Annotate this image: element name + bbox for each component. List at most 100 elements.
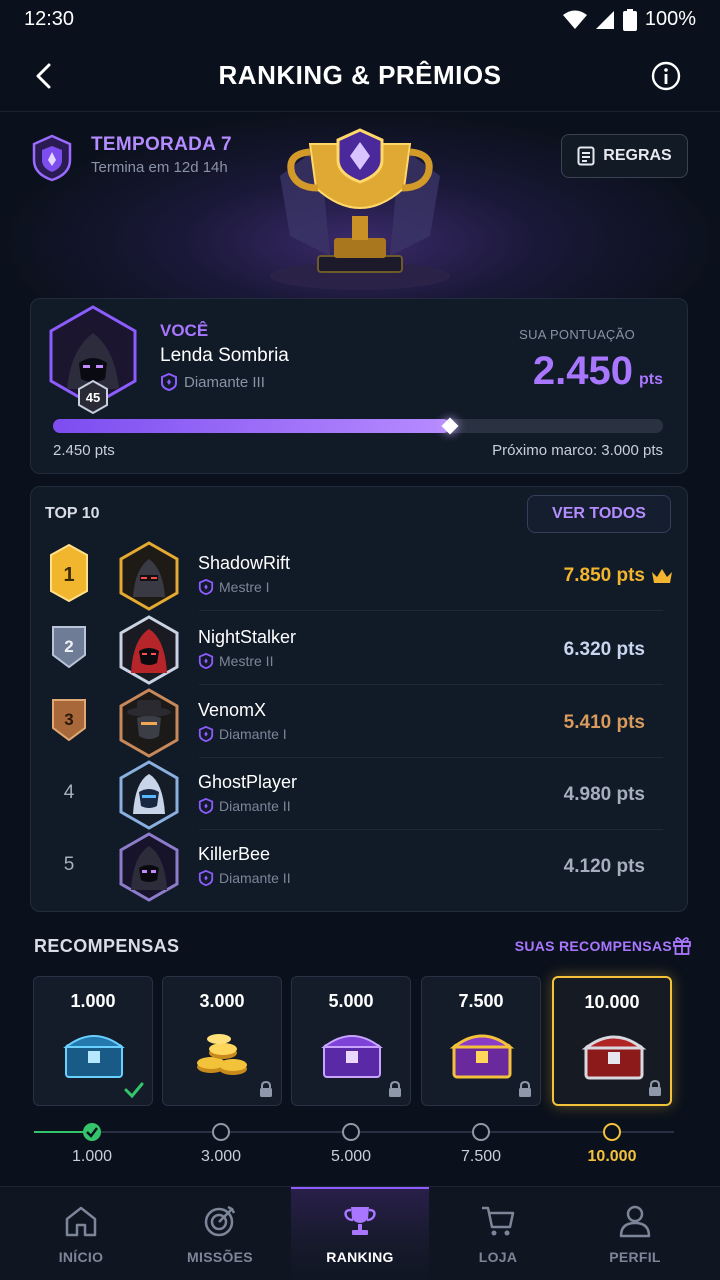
blue-chest-icon <box>63 1035 125 1078</box>
lock-icon <box>519 1081 531 1097</box>
silver-rank-badge: 2 <box>52 626 86 669</box>
reward-tier-card[interactable]: 5.000 <box>291 976 411 1106</box>
info-icon <box>651 61 681 91</box>
timeline-node-claimed <box>83 1123 101 1141</box>
gold-coins-icon <box>197 1034 247 1075</box>
timeline-node <box>212 1123 230 1141</box>
lock-icon <box>649 1080 661 1096</box>
tier-icon <box>198 798 214 814</box>
player-name: GhostPlayer <box>198 772 298 792</box>
score-unit: pts <box>639 371 663 388</box>
row-divider <box>199 610 663 611</box>
wifi-icon <box>562 10 587 29</box>
season-title: TEMPORADA 7 <box>91 134 232 155</box>
document-icon <box>577 146 595 166</box>
top10-card: TOP 10 VER TODOS 1 ShadowRift Mestre I 7… <box>30 486 688 912</box>
reward-points: 1.000 <box>70 991 116 1011</box>
player-name: Lenda Sombria <box>160 345 289 366</box>
score-label: SUA PONTUAÇÃO <box>519 327 635 342</box>
player-score: 4.120 pts <box>563 856 645 877</box>
app-header: RANKING & PRÊMIOS <box>0 40 720 112</box>
reward-tier-card[interactable]: 7.500 <box>421 976 541 1106</box>
rules-label: REGRAS <box>603 147 672 164</box>
progress-marker <box>441 417 458 435</box>
leaderboard-row[interactable]: 3 VenomX Diamante I 5.410 pts <box>31 686 689 758</box>
row-divider <box>199 684 663 685</box>
player-avatar <box>119 541 179 611</box>
trophy-illustration <box>270 128 450 290</box>
svg-text:1: 1 <box>63 564 74 586</box>
timeline-node <box>342 1123 360 1141</box>
player-score: 7.850 pts <box>563 565 645 586</box>
nav-shop[interactable]: LOJA <box>429 1187 567 1280</box>
player-name: ShadowRift <box>198 553 291 573</box>
nav-profile[interactable]: PERFIL <box>566 1187 704 1280</box>
reward-tier-card[interactable]: 10.000 <box>552 976 672 1106</box>
player-tier: Mestre II <box>198 653 273 669</box>
leaderboard-row[interactable]: 4 GhostPlayer Diamante II 4.980 pts <box>31 758 689 830</box>
timeline-label: 3.000 <box>200 1148 242 1165</box>
battery-level: 100% <box>644 8 696 30</box>
bronze-rank-badge: 3 <box>52 699 86 742</box>
leaderboard-row[interactable]: 1 ShadowRift Mestre I 7.850 pts <box>31 539 689 611</box>
timeline-label: 5.000 <box>330 1148 372 1165</box>
player-score: 6.320 pts <box>563 639 645 660</box>
player-tier-label: Diamante III <box>184 373 265 391</box>
tier-icon <box>198 653 214 669</box>
nav-missions[interactable]: MISSÕES <box>151 1187 289 1280</box>
info-button[interactable] <box>650 60 682 92</box>
player-tier: Diamante II <box>198 798 291 814</box>
status-icons: 100% <box>562 8 696 31</box>
trophy-icon <box>344 1207 376 1235</box>
timeline-node <box>472 1123 490 1141</box>
player-tier: Diamante III <box>160 373 265 391</box>
player-avatar <box>119 688 179 758</box>
crown-icon <box>652 569 672 583</box>
rank-position: 5 <box>63 854 75 875</box>
player-name: NightStalker <box>198 627 297 647</box>
reward-points: 3.000 <box>199 991 245 1011</box>
bottom-navigation: INÍCIO MISSÕES RANKING LOJA PERFIL <box>0 1186 720 1280</box>
rules-button[interactable]: REGRAS <box>561 134 688 178</box>
svg-text:3: 3 <box>64 710 73 729</box>
player-level: 45 <box>86 390 100 405</box>
reward-tier-card[interactable]: 1.000 <box>33 976 153 1106</box>
reward-points: 5.000 <box>328 991 374 1011</box>
svg-text:2: 2 <box>64 637 73 656</box>
player-tier: Mestre I <box>198 579 270 595</box>
player-name: KillerBee <box>198 844 271 864</box>
status-bar: 12:30 100% <box>0 0 720 40</box>
battery-icon <box>622 8 637 31</box>
leaderboard-row[interactable]: 5 KillerBee Diamante II 4.120 pts <box>31 830 689 902</box>
timeline-label: 1.000 <box>71 1148 113 1165</box>
player-tier: Diamante II <box>198 870 291 886</box>
reward-points: 7.500 <box>458 991 504 1011</box>
page-title: RANKING & PRÊMIOS <box>218 60 502 90</box>
progress-bar <box>53 417 663 435</box>
timeline-label: 10.000 <box>587 1148 637 1165</box>
cart-icon <box>482 1206 515 1236</box>
player-avatar[interactable]: 45 <box>45 305 141 415</box>
nav-ranking[interactable]: RANKING <box>291 1187 429 1280</box>
see-all-button[interactable]: VER TODOS <box>527 495 671 533</box>
leaderboard-row[interactable]: 2 NightStalker Mestre II 6.320 pts <box>31 613 689 685</box>
progress-fill <box>53 417 458 435</box>
nav-home[interactable]: INÍCIO <box>12 1187 150 1280</box>
reward-tier-card[interactable]: 3.000 <box>162 976 282 1106</box>
gift-icon[interactable] <box>672 935 692 955</box>
season-shield-icon <box>32 134 72 182</box>
my-rewards-link[interactable]: SUAS RECOMPENSAS <box>515 938 672 954</box>
home-icon <box>65 1206 97 1237</box>
check-icon <box>86 1127 98 1138</box>
player-avatar <box>119 832 179 902</box>
lock-icon <box>260 1081 272 1097</box>
target-icon <box>204 1205 236 1237</box>
tier-icon <box>198 726 214 742</box>
you-label: VOCÊ <box>160 321 209 340</box>
progress-current: 2.450 pts <box>53 442 115 459</box>
player-avatar <box>119 615 179 685</box>
player-score: 2.450 pts <box>533 349 663 394</box>
lock-icon <box>389 1081 401 1097</box>
timeline-label: 7.500 <box>460 1148 502 1165</box>
red-chest-icon <box>581 1035 647 1080</box>
